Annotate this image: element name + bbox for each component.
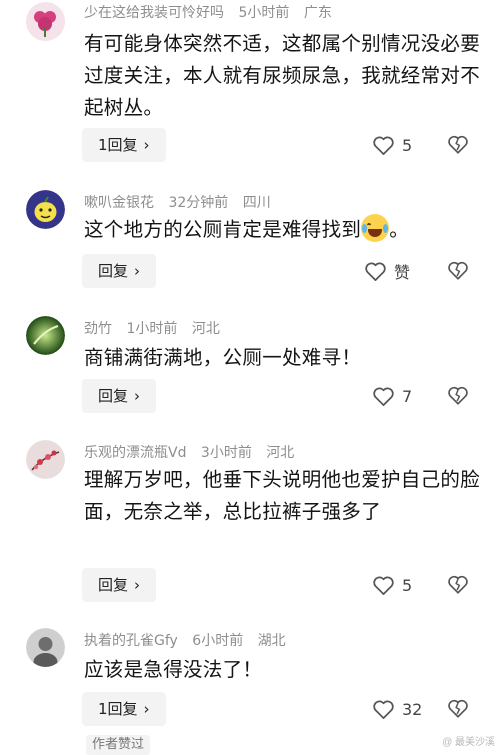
chevron-right-icon: ›	[134, 262, 141, 280]
laughing-crying-emoji-icon	[361, 214, 390, 242]
avatar-image	[26, 190, 65, 229]
reply-label: 回复	[98, 576, 129, 594]
comment-meta: 少在这给我装可怜好吗 5小时前 广东	[84, 2, 342, 22]
reply-button[interactable]: 回复 ›	[82, 568, 157, 602]
like-button[interactable]: 7	[372, 384, 412, 408]
location: 河北	[266, 445, 295, 461]
comment-text: 有可能身体突然不适，这都属个别情况没必要过度关注，本人就有尿频尿急，我就经常对不…	[84, 32, 481, 119]
heart-icon	[373, 576, 394, 595]
reply-button[interactable]: 1回复 ›	[82, 692, 166, 726]
comment-text-suffix: 。	[389, 218, 410, 241]
comment-meta: 执着的孔雀Gfy 6小时前 湖北	[84, 630, 296, 650]
heart-icon	[373, 387, 394, 406]
reply-button[interactable]: 1回复 ›	[82, 128, 166, 162]
heart-icon	[365, 262, 386, 281]
comment-text: 商铺满街满地，公厕一处难寻！	[84, 346, 362, 369]
like-count: 5	[402, 135, 413, 155]
avatar[interactable]	[26, 316, 65, 355]
comment-text-main: 这个地方的公厕肯定是难得找到	[84, 218, 362, 241]
avatar[interactable]	[26, 2, 65, 41]
timestamp: 6小时前	[192, 633, 244, 649]
broken-heart-icon[interactable]	[447, 260, 469, 281]
comment-text: 应该是急得没法了！	[84, 658, 263, 681]
chevron-right-icon: ›	[143, 700, 150, 718]
avatar[interactable]	[26, 190, 65, 229]
avatar-image	[26, 628, 65, 667]
timestamp: 5小时前	[238, 5, 290, 21]
avatar-image	[26, 2, 65, 41]
reply-label: 1回复	[98, 136, 138, 154]
watermark: @ 最美沙溪	[442, 737, 495, 748]
timestamp: 32分钟前	[168, 195, 229, 211]
location: 四川	[242, 195, 271, 211]
username[interactable]: 少在这给我装可怜好吗	[84, 5, 224, 21]
like-button[interactable]: 5	[372, 133, 412, 157]
like-count: 5	[402, 575, 413, 595]
reply-button[interactable]: 回复 ›	[82, 379, 157, 413]
avatar[interactable]	[26, 628, 65, 667]
broken-heart-icon[interactable]	[447, 134, 469, 155]
reply-label: 1回复	[98, 700, 138, 718]
username[interactable]: 乐观的漂流瓶Vd	[84, 445, 186, 461]
username[interactable]: 执着的孔雀Gfy	[84, 633, 178, 649]
author-liked-badge: 作者赞过	[86, 735, 151, 755]
comment-meta: 乐观的漂流瓶Vd 3小时前 河北	[84, 442, 304, 462]
avatar[interactable]	[26, 440, 65, 479]
reply-button[interactable]: 回复 ›	[82, 254, 157, 288]
like-button[interactable]: 赞	[364, 259, 410, 283]
comment-meta: 嗽叭金银花 32分钟前 四川	[84, 192, 281, 212]
heart-icon	[373, 700, 394, 719]
reply-label: 回复	[98, 262, 129, 280]
comment-text: 这个地方的公厕肯定是难得找到 。	[84, 214, 484, 246]
comment-text: 理解万岁吧，他垂下头说明他也爱护自己的脸面，无奈之举，总比拉裤子强多了	[84, 468, 481, 523]
username[interactable]: 劲竹	[84, 321, 112, 337]
like-count: 7	[402, 386, 413, 406]
avatar-image	[26, 316, 65, 355]
like-count: 32	[402, 699, 423, 719]
heart-icon	[373, 136, 394, 155]
location: 河北	[191, 321, 220, 337]
like-button[interactable]: 5	[372, 573, 412, 597]
chevron-right-icon: ›	[134, 576, 141, 594]
broken-heart-icon[interactable]	[447, 574, 469, 595]
timestamp: 3小时前	[200, 445, 252, 461]
reply-label: 回复	[98, 387, 129, 405]
chevron-right-icon: ›	[134, 387, 141, 405]
comment-meta: 劲竹 1小时前 河北	[84, 318, 230, 338]
broken-heart-icon[interactable]	[447, 385, 469, 406]
broken-heart-icon[interactable]	[447, 698, 469, 719]
location: 广东	[303, 5, 332, 21]
timestamp: 1小时前	[126, 321, 178, 337]
chevron-right-icon: ›	[143, 136, 150, 154]
username[interactable]: 嗽叭金银花	[84, 195, 154, 211]
like-count: 赞	[394, 263, 411, 282]
location: 湖北	[257, 633, 286, 649]
avatar-image	[26, 440, 65, 479]
like-button[interactable]: 32	[372, 697, 422, 721]
